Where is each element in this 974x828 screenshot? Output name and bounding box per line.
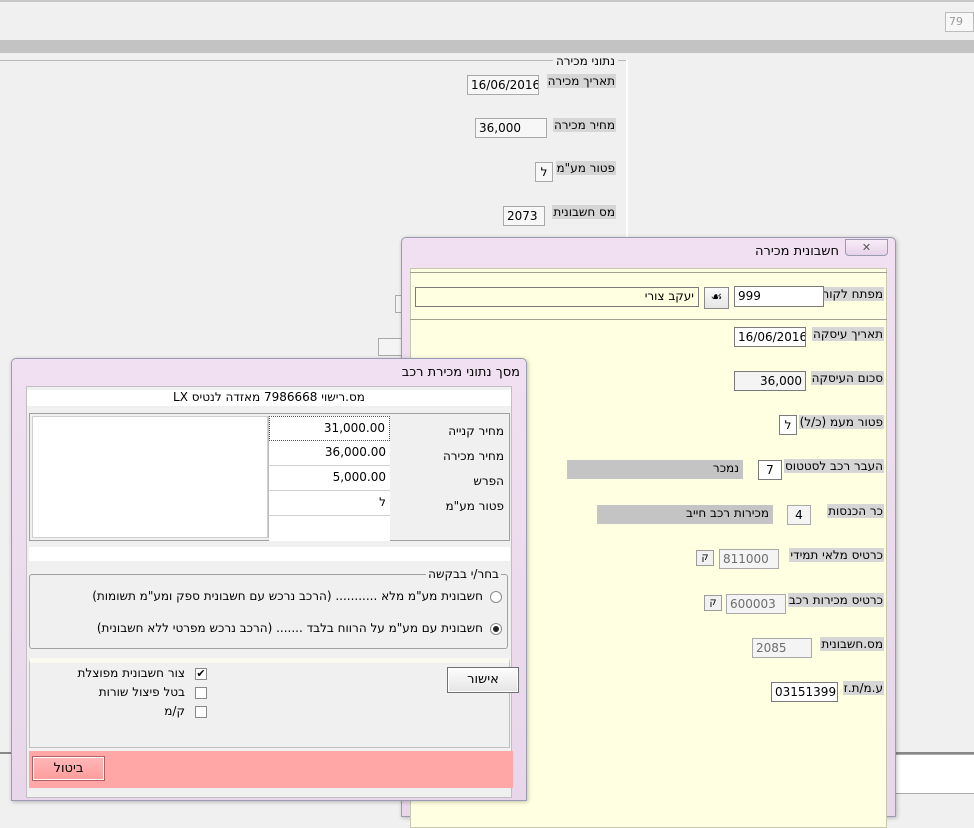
invoice-number-label: מס חשבונית [552, 205, 616, 219]
km-checkbox[interactable] [195, 706, 207, 718]
income-account-description: מכירות רכב חייב [597, 505, 773, 524]
choose-group [29, 574, 508, 649]
option-profit-vat-label: חשבונית עם מע"מ על הרווח בלבד ....... (ה… [96, 621, 483, 635]
tax-id-label: ע.מ/ת.ז [842, 681, 884, 695]
income-account-label: כר הכנסות [827, 504, 884, 518]
transaction-date-label: תאריך עיסקה [812, 327, 884, 341]
option-profit-vat-radio[interactable] [490, 623, 502, 635]
notes-area[interactable] [32, 416, 268, 538]
sale-price-label: מחיר מכירה [552, 118, 616, 132]
hidden-button[interactable] [378, 338, 403, 356]
inventory-card-field[interactable]: 811000 [719, 549, 779, 569]
km-label: ק/מ [164, 704, 185, 718]
sales-card-field[interactable]: 600003 [726, 594, 786, 614]
move-status-label: העבר רכב לסטטוס [784, 459, 884, 473]
sale-date-label: תאריך מכירה [546, 74, 616, 88]
close-icon[interactable]: ✕ [845, 239, 888, 256]
vat-exempt-value[interactable]: ל [269, 491, 390, 516]
sale-price-value[interactable]: 36,000.00 [269, 441, 390, 466]
price-table: 31,000.00 36,000.00 5,000.00 ל מחיר קניי… [29, 413, 510, 541]
cancel-split-rows-checkbox[interactable] [195, 687, 207, 699]
invoice-number-field[interactable]: 2073 [503, 206, 545, 226]
sale-price-field[interactable]: 36,000 [475, 118, 547, 138]
customer-top-line [410, 272, 887, 273]
inventory-card-button[interactable]: ק [696, 550, 714, 566]
vehicle-sale-dialog-body: מס.רישוי 7986668 מאזדה לנטיס LX 31,000.0… [26, 386, 519, 798]
price-values-column: 31,000.00 36,000.00 5,000.00 ל [268, 416, 390, 541]
vat-exempt-cl-field[interactable]: ל [779, 415, 797, 435]
bottom-panel [895, 754, 974, 794]
ok-button[interactable]: אישור [447, 667, 519, 693]
transaction-amount-field[interactable]: 36,000 [734, 371, 806, 391]
customer-divider [410, 319, 887, 320]
book-icon[interactable]: ☙ [704, 287, 729, 309]
sales-card-label: כרטיס מכירות רכב [787, 593, 884, 607]
header-bar [0, 40, 974, 53]
vehicle-sale-dialog: מסך נתוני מכירת רכב מס.רישוי 7986668 מאז… [11, 358, 527, 801]
tax-id-field[interactable]: 031513999 [771, 682, 838, 702]
vat-exempt-cl-label: פטור מעמ (כ/ל) [798, 415, 884, 429]
cancel-button[interactable]: ביטול [32, 756, 105, 781]
cancel-split-rows-label: בטל פיצול שורות [98, 685, 185, 699]
invoice-no-field[interactable]: 2085 [752, 638, 812, 658]
split-invoice-label: צור חשבונית מפוצלת [77, 666, 185, 680]
vat-exempt-field[interactable]: ל [535, 162, 553, 182]
option-full-vat-radio[interactable] [490, 591, 502, 603]
sale-price-label: מחיר מכירה [442, 449, 504, 463]
vat-exempt-label: פטור מע"מ [445, 499, 504, 513]
difference-label: הפרש [473, 474, 504, 488]
empty-value[interactable] [269, 516, 390, 541]
invoice-window-title: חשבונית מכירה [755, 244, 839, 259]
move-status-field[interactable]: 7 [758, 460, 782, 480]
transaction-date-field[interactable]: 16/06/2016 [734, 327, 806, 347]
split-invoice-checkbox[interactable]: ✔ [195, 668, 207, 680]
sales-card-button[interactable]: ק [704, 595, 722, 611]
income-account-field[interactable]: 4 [787, 505, 811, 525]
top-right-field[interactable]: 79 [945, 12, 974, 32]
move-status-description: נמכר [567, 460, 743, 479]
sale-data-legend: נתוני מכירה [552, 54, 618, 68]
separator-strip [29, 547, 510, 561]
option-full-vat-label: חשבונית מע"מ מלא ........... (הרכב נרכש … [92, 589, 483, 603]
vat-exempt-label: פטור מע"מ [555, 161, 616, 175]
choose-legend: בחר/י בבקשה [426, 567, 501, 581]
customer-key-label: מפתח לקוח [820, 287, 884, 301]
purchase-price-label: מחיר קנייה [448, 424, 504, 438]
difference-value[interactable]: 5,000.00 [269, 466, 390, 491]
inventory-card-label: כרטיס מלאי תמידי [789, 548, 884, 562]
invoice-no-label: מס.חשבונית [820, 637, 884, 651]
purchase-price-value[interactable]: 31,000.00 [269, 416, 390, 441]
transaction-amount-label: סכום העיסקה [810, 371, 884, 385]
top-border [0, 0, 974, 2]
vehicle-info: מס.רישוי 7986668 מאזדה לנטיס LX [27, 390, 511, 406]
sale-date-field[interactable]: 16/06/2016 [467, 75, 539, 95]
customer-name-field[interactable]: יעקב צורי [415, 287, 699, 307]
customer-key-field[interactable]: 999 [734, 286, 824, 307]
vehicle-sale-dialog-title: מסך נתוני מכירת רכב [401, 365, 520, 380]
